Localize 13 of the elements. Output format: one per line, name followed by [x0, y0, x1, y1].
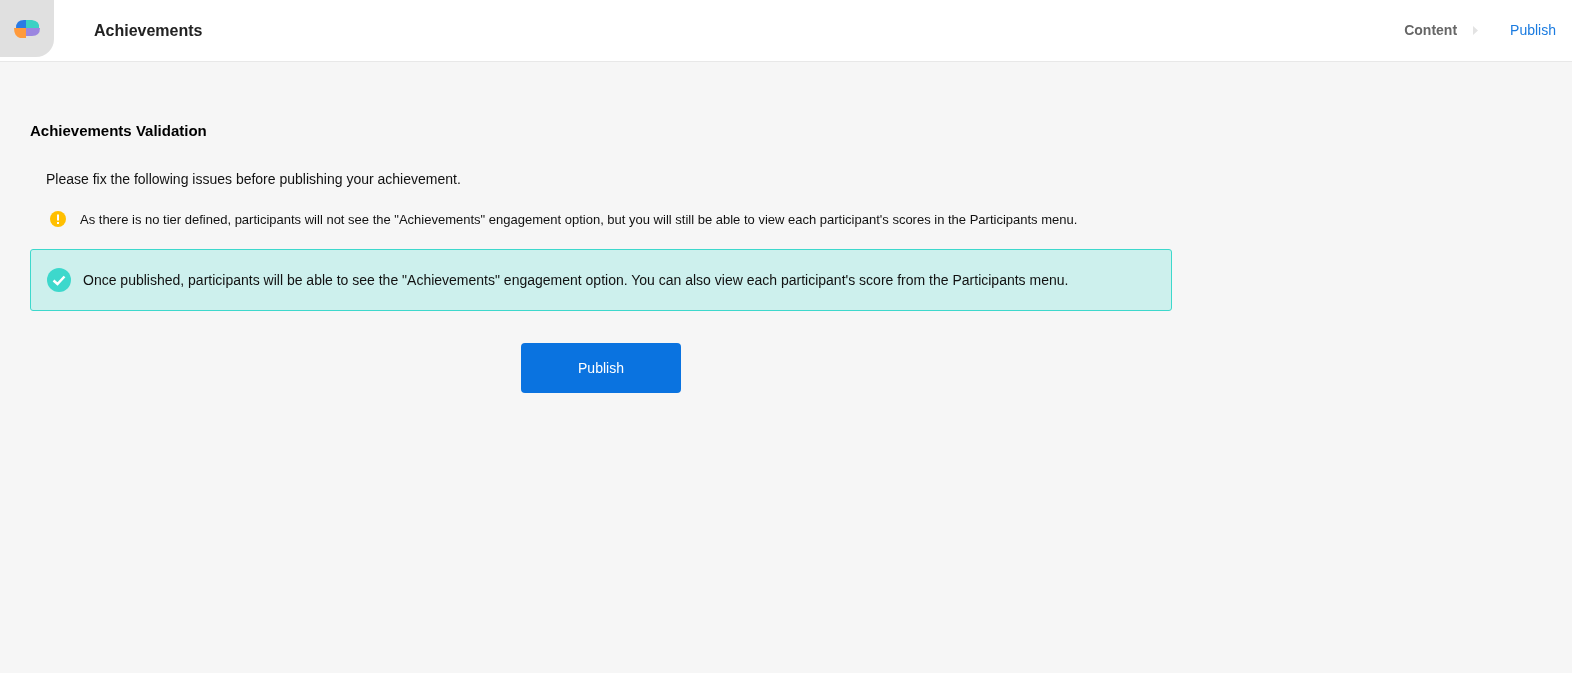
brain-puzzle-logo-icon [12, 17, 42, 40]
chevron-icon [1473, 26, 1479, 35]
logo-tile[interactable] [0, 0, 54, 57]
success-text: Once published, participants will be able to see the "Achievements" engagement option. You can also view each participant's score from the Participants menu. [83, 270, 1069, 290]
warning-icon [50, 211, 66, 228]
check-circle-icon [47, 268, 71, 292]
page-title: Achievements [94, 20, 203, 41]
issue-text: As there is no tier defined, participants will not see the "Achievements" engagement option, but you will still be able to view each participant's scores in the Participants menu. [80, 210, 1078, 229]
intro-text: Please fix the following issues before publishing your achievement. [46, 169, 462, 189]
step-tab[interactable]: Publish [1510, 20, 1556, 41]
step-tab[interactable]: Content [1404, 20, 1458, 41]
section-title: Achievements Validation [30, 121, 208, 141]
publish-button[interactable]: Publish [521, 343, 681, 393]
